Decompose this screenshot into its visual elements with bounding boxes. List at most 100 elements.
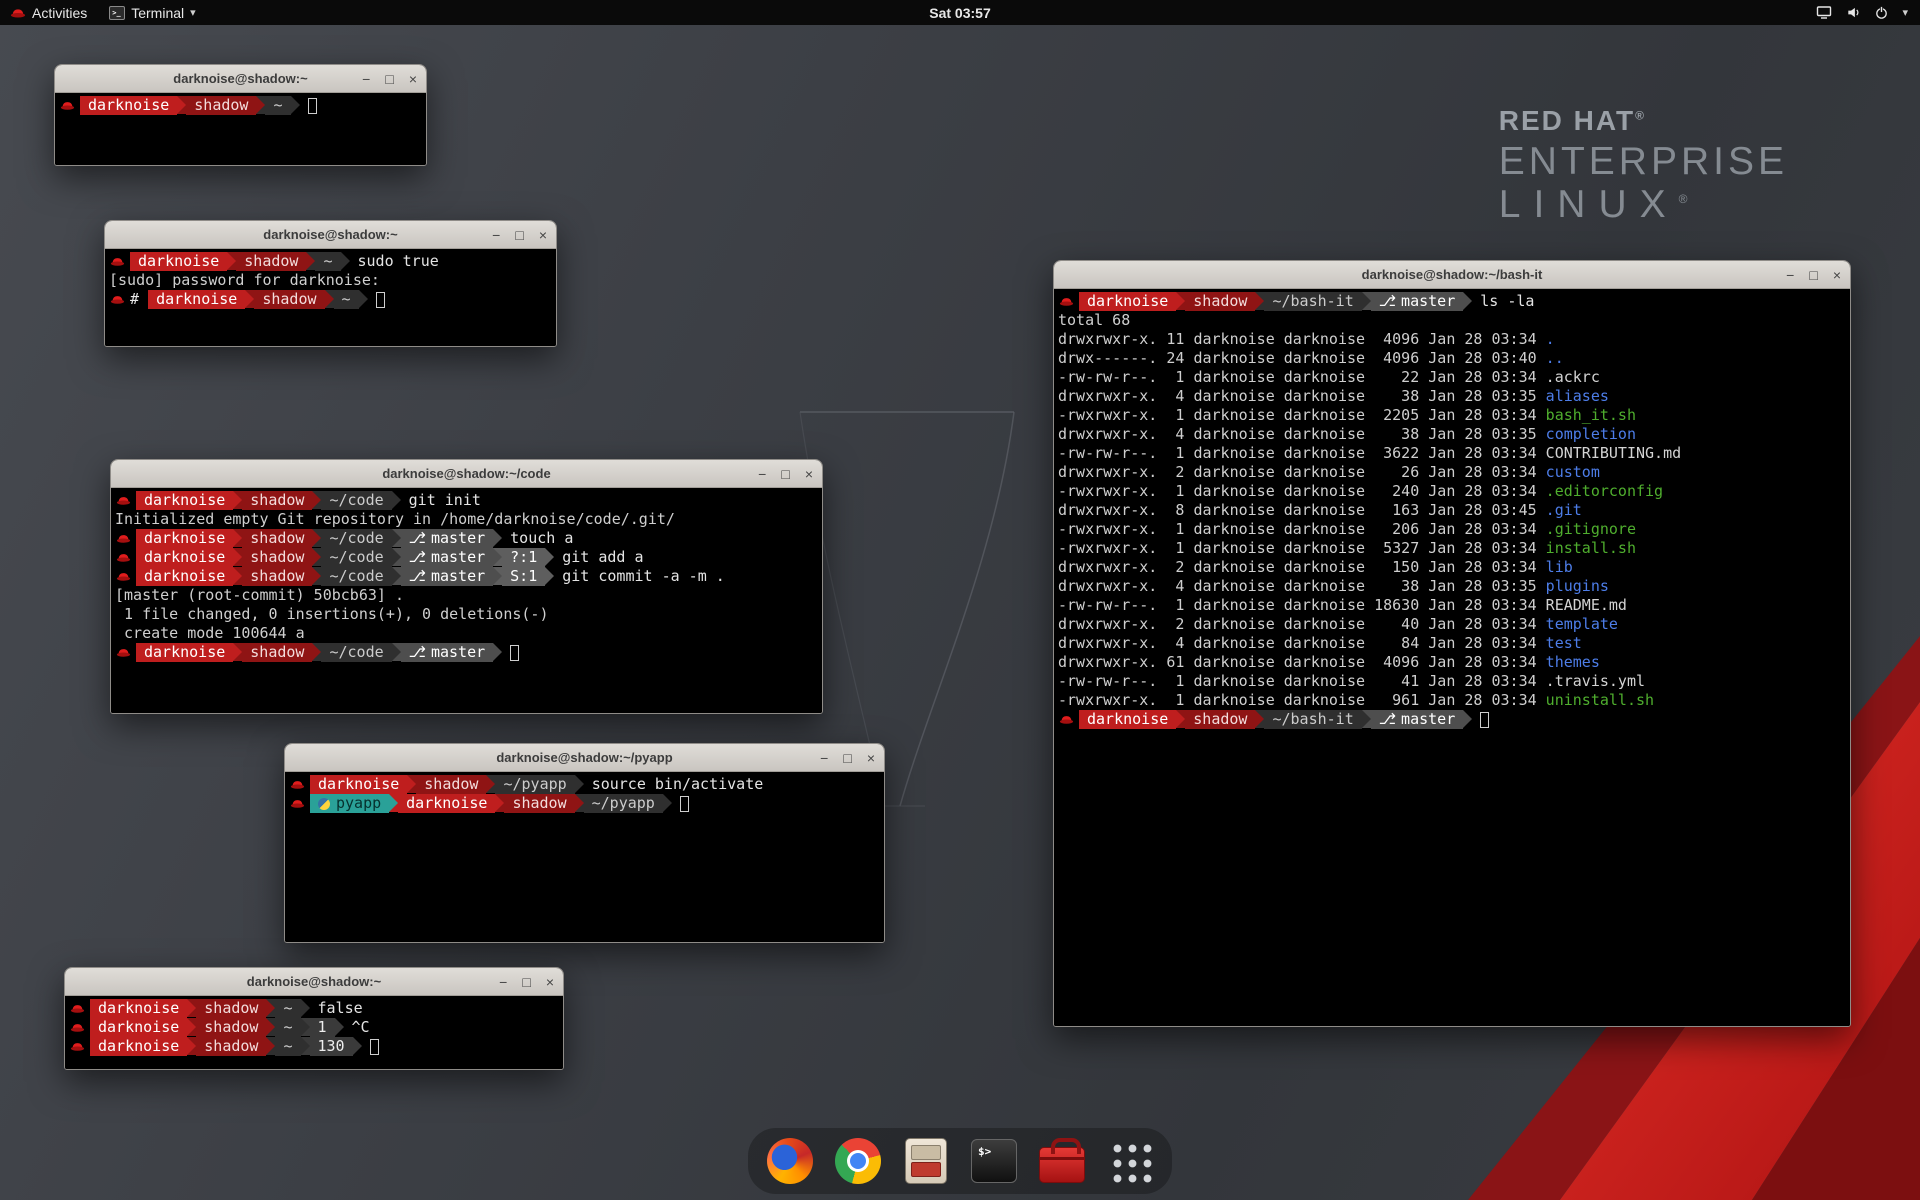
ls-row-meta: drwxrwxr-x. 2 darknoise darknoise 26 Jan… — [1058, 463, 1546, 482]
ls-row-meta: -rwxrwxr-x. 1 darknoise darknoise 2205 J… — [1058, 406, 1546, 425]
redhat-icon — [116, 552, 133, 563]
terminal-cursor — [376, 292, 385, 308]
prompt-segment: darknoise — [310, 775, 407, 794]
powerline-arrow-icon — [312, 491, 321, 509]
terminal-window-bash-it[interactable]: darknoise@shadow:~/bash-it − □ × darknoi… — [1053, 260, 1851, 1027]
terminal-window-pyapp[interactable]: darknoise@shadow:~/pyapp − □ × darknoise… — [284, 743, 885, 943]
python-icon — [318, 798, 330, 810]
minimize-button[interactable]: − — [1786, 268, 1794, 282]
window-titlebar[interactable]: darknoise@shadow:~/code − □ × — [111, 460, 822, 488]
terminal-cursor — [1480, 712, 1489, 728]
close-button[interactable]: × — [409, 72, 417, 86]
dock-app-grid-icon[interactable] — [1106, 1137, 1154, 1185]
terminal-content[interactable]: darknoiseshadow~ — [55, 93, 426, 165]
dock-chrome-icon[interactable] — [834, 1137, 882, 1185]
prompt-segment: darknoise — [1079, 292, 1176, 311]
dock-files-icon[interactable] — [902, 1137, 950, 1185]
terminal-window-code[interactable]: darknoise@shadow:~/code − □ × darknoise s… — [110, 459, 823, 714]
close-button[interactable]: × — [805, 467, 813, 481]
close-button[interactable]: × — [1833, 268, 1841, 282]
powerline-arrow-icon — [312, 548, 321, 566]
redhat-icon — [116, 647, 133, 658]
system-status-area[interactable]: ▾ — [1816, 5, 1920, 20]
powerline-arrow-icon — [1362, 292, 1371, 310]
terminal-window-home-1[interactable]: darknoise@shadow:~ − □ × darknoiseshadow… — [54, 64, 427, 166]
redhat-icon — [60, 100, 77, 111]
terminal-line: darknoiseshadow~1^C — [69, 1018, 559, 1037]
terminal-content[interactable]: darknoiseshadow~/pyappsource bin/activat… — [285, 772, 884, 942]
terminal-content[interactable]: darknoiseshadow~/bash-it⎇masterls -latot… — [1054, 289, 1850, 1026]
window-titlebar[interactable]: darknoise@shadow:~/bash-it − □ × — [1054, 261, 1850, 289]
terminal-line: total 68 — [1058, 311, 1846, 330]
terminal-line: drwxrwxr-x. 61 darknoise darknoise 4096 … — [1058, 653, 1846, 672]
terminal-cursor — [680, 796, 689, 812]
close-button[interactable]: × — [867, 751, 875, 765]
powerline-arrow-icon — [1255, 292, 1264, 310]
prompt-segment: shadow — [242, 529, 312, 548]
ls-row-meta: drwxrwxr-x. 4 darknoise darknoise 84 Jan… — [1058, 634, 1546, 653]
prompt-segment: ~ — [334, 290, 359, 309]
window-titlebar[interactable]: darknoise@shadow:~ − □ × — [65, 968, 563, 996]
powerline-arrow-icon — [312, 643, 321, 661]
output-text: 1 file changed, 0 insertions(+), 0 delet… — [115, 605, 548, 624]
powerline-arrow-icon — [233, 567, 242, 585]
app-menu-terminal[interactable]: Terminal ▾ — [109, 0, 195, 25]
maximize-button[interactable]: □ — [522, 975, 530, 989]
powerline-arrow-icon — [266, 1037, 275, 1055]
maximize-button[interactable]: □ — [843, 751, 851, 765]
maximize-button[interactable]: □ — [781, 467, 789, 481]
terminal-line: drwx------. 24 darknoise darknoise 4096 … — [1058, 349, 1846, 368]
dock-software-toolbox-icon[interactable] — [1038, 1137, 1086, 1185]
window-title: darknoise@shadow:~/pyapp — [496, 750, 672, 765]
window-titlebar[interactable]: darknoise@shadow:~ − □ × — [105, 221, 556, 249]
prompt-segment: darknoise — [398, 794, 495, 813]
close-button[interactable]: × — [539, 228, 547, 242]
minimize-button[interactable]: − — [758, 467, 766, 481]
window-titlebar[interactable]: darknoise@shadow:~/pyapp − □ × — [285, 744, 884, 772]
terminal-line: darknoiseshadow~ — [59, 96, 422, 115]
close-button[interactable]: × — [546, 975, 554, 989]
terminal-content[interactable]: darknoiseshadow~/codegit initInitialized… — [111, 488, 822, 713]
prompt-segment: darknoise — [136, 643, 233, 662]
minimize-button[interactable]: − — [362, 72, 370, 86]
dock-firefox-icon[interactable] — [766, 1137, 814, 1185]
terminal-line: -rw-rw-r--. 1 darknoise darknoise 41 Jan… — [1058, 672, 1846, 691]
minimize-button[interactable]: − — [492, 228, 500, 242]
powerline-arrow-icon — [493, 548, 502, 566]
gnome-top-bar: Activities Terminal ▾ Sat 03:57 ▾ — [0, 0, 1920, 25]
minimize-button[interactable]: − — [820, 751, 828, 765]
maximize-button[interactable]: □ — [385, 72, 393, 86]
chevron-down-icon: ▾ — [190, 6, 196, 19]
redhat-icon — [110, 256, 127, 267]
prompt-segment: shadow — [1185, 710, 1255, 729]
git-branch-icon: ⎇ — [1379, 710, 1396, 729]
window-titlebar[interactable]: darknoise@shadow:~ − □ × — [55, 65, 426, 93]
terminal-content[interactable]: darknoiseshadow~falsedarknoiseshadow~1^C… — [65, 996, 563, 1069]
maximize-button[interactable]: □ — [1809, 268, 1817, 282]
powerline-arrow-icon — [389, 794, 398, 812]
maximize-button[interactable]: □ — [515, 228, 523, 242]
terminal-window-home-2[interactable]: darknoise@shadow:~ − □ × darknoiseshadow… — [64, 967, 564, 1070]
chevron-down-icon: ▾ — [1902, 6, 1908, 19]
terminal-line: drwxrwxr-x. 4 darknoise darknoise 38 Jan… — [1058, 577, 1846, 596]
clock[interactable]: Sat 03:57 — [929, 5, 990, 21]
window-title: darknoise@shadow:~ — [263, 227, 397, 242]
activities-button[interactable]: Activities — [10, 0, 87, 25]
redhat-logo-icon — [10, 7, 26, 19]
powerline-arrow-icon — [407, 775, 416, 793]
prompt-segment: 1 — [310, 1018, 335, 1037]
terminal-window-sudo[interactable]: darknoise@shadow:~ − □ × darknoiseshadow… — [104, 220, 557, 347]
output-text: [sudo] password for darknoise: — [109, 271, 380, 290]
git-branch-icon: ⎇ — [1379, 292, 1396, 311]
terminal-line: darknoiseshadow~false — [69, 999, 559, 1018]
minimize-button[interactable]: − — [499, 975, 507, 989]
prompt-segment: darknoise — [130, 252, 227, 271]
powerline-arrow-icon — [233, 529, 242, 547]
root-prompt-prefix: # — [130, 290, 148, 309]
output-text: Initialized empty Git repository in /hom… — [115, 510, 675, 529]
terminal-content[interactable]: darknoiseshadow~sudo true[sudo] password… — [105, 249, 556, 346]
rhel-watermark: RED HAT® ENTERPRISE LINUX® — [1499, 106, 1788, 226]
powerline-arrow-icon — [301, 1037, 310, 1055]
terminal-line: -rw-rw-r--. 1 darknoise darknoise 22 Jan… — [1058, 368, 1846, 387]
dock-terminal-icon[interactable] — [970, 1137, 1018, 1185]
